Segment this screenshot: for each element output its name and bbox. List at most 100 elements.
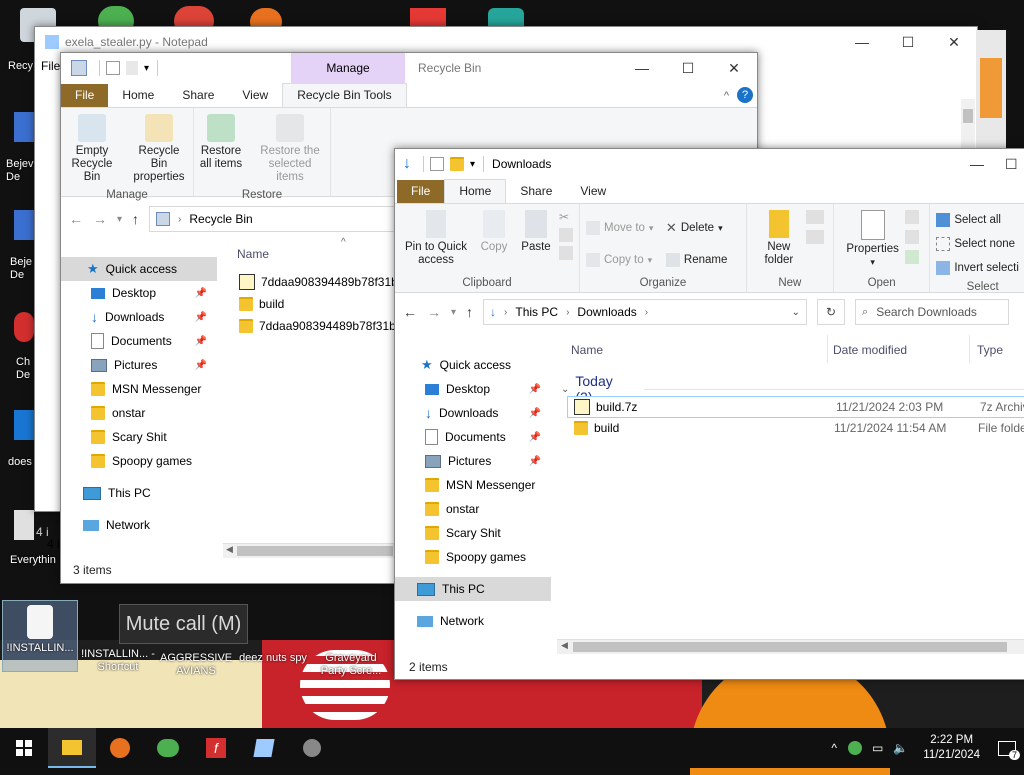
easy-access-icon[interactable] (805, 230, 824, 244)
msn-messenger-icon[interactable] (144, 728, 192, 768)
empty-recycle-bin-button[interactable]: Empty Recycle Bin (62, 112, 122, 186)
tab-home[interactable]: Home (108, 84, 168, 107)
maximize-icon[interactable]: ☐ (665, 53, 711, 83)
clock[interactable]: 2:22 PM 11/21/2024 (913, 733, 990, 763)
open-icon[interactable] (904, 210, 919, 224)
tab-view[interactable]: View (228, 84, 282, 107)
breadcrumb-chevron-icon[interactable]: › (178, 214, 181, 225)
address-dropdown-icon[interactable]: ⌄ (792, 307, 800, 318)
new-item-icon[interactable] (805, 210, 824, 224)
action-center-icon[interactable]: 7 (990, 728, 1024, 768)
column-header-name[interactable]: Name (571, 343, 603, 357)
pin-icon[interactable]: 📌 (195, 336, 207, 347)
history-icon[interactable] (904, 250, 919, 264)
nav-onstar[interactable]: onstar (61, 401, 217, 425)
windows-start-icon[interactable] (0, 728, 48, 768)
chrome-side-icon[interactable] (14, 312, 34, 342)
edit-icon[interactable] (904, 230, 919, 244)
column-header-type[interactable]: Type (977, 343, 1003, 357)
tab-file[interactable]: File (397, 180, 445, 203)
nav-scary-shit[interactable]: Scary Shit (61, 425, 217, 449)
select-none-button[interactable]: Select none (936, 234, 1019, 254)
back-arrow-icon[interactable]: ← (403, 304, 417, 320)
pin-to-quick-access-button[interactable]: Pin to Quick access (401, 208, 471, 274)
app-side-icon[interactable] (14, 410, 34, 440)
file-explorer-icon[interactable] (48, 728, 96, 768)
table-row[interactable]: build 11/21/2024 11:54 AM File folde (567, 417, 1024, 439)
ribbon-collapse-icon[interactable]: ^ (716, 90, 737, 107)
nav-quick-access[interactable]: ★ Quick access (61, 257, 217, 281)
scrollbar-thumb[interactable] (237, 546, 393, 556)
scrollbar-thumb[interactable] (573, 642, 1007, 652)
recycle-bin-properties-button[interactable]: Recycle Bin properties (126, 112, 192, 186)
downloads-window[interactable]: ↓ ▾ Downloads — ☐ File Home Share View P… (394, 148, 1024, 680)
pin-icon[interactable]: 📌 (529, 384, 541, 395)
minimize-icon[interactable]: — (619, 53, 665, 83)
search-downloads-box[interactable]: ⌕ Search Downloads (855, 299, 1010, 325)
nav-pictures[interactable]: Pictures 📌 (61, 353, 217, 377)
forward-arrow-icon[interactable]: → (93, 211, 107, 227)
close-icon[interactable]: ✕ (931, 27, 977, 57)
nav-network[interactable]: Network (395, 609, 551, 633)
scroll-left-icon[interactable]: ◀ (561, 640, 568, 651)
nav-downloads[interactable]: ↓ Downloads 📌 (395, 401, 551, 425)
downloads-address-bar[interactable]: ↓ › This PC › Downloads › ⌄ (483, 299, 808, 325)
everything-icon[interactable] (14, 510, 34, 540)
paste-shortcut-icon[interactable] (559, 246, 573, 260)
forward-arrow-icon[interactable]: → (427, 304, 441, 320)
network-tray-icon[interactable]: ▭ (867, 741, 888, 755)
desktop-label-chrome[interactable]: Ch De (16, 356, 36, 382)
nav-downloads[interactable]: ↓ Downloads 📌 (61, 305, 217, 329)
pin-icon[interactable]: 📌 (195, 360, 207, 371)
notepad-icon[interactable] (240, 728, 288, 768)
select-all-button[interactable]: Select all (936, 210, 1019, 230)
column-header-date[interactable]: Date modified (833, 343, 907, 357)
desktop-icon-aggressive-avians[interactable]: AGGRESSIVE AVIANS (160, 652, 232, 678)
nav-spoopy-games[interactable]: Spoopy games (61, 449, 217, 473)
volume-icon[interactable]: 🔈 (888, 741, 913, 755)
tab-share[interactable]: Share (506, 180, 566, 203)
tab-home[interactable]: Home (444, 179, 507, 203)
close-icon[interactable]: ✕ (711, 53, 757, 83)
pin-icon[interactable]: 📌 (195, 288, 207, 299)
tab-recycle-bin-tools[interactable]: Recycle Bin Tools (282, 83, 407, 107)
invert-selection-button[interactable]: Invert selecti (936, 258, 1019, 278)
breadcrumb-downloads[interactable]: Downloads (577, 305, 636, 319)
manage-contextual-tab[interactable]: Manage (291, 53, 405, 83)
nav-scary-shit[interactable]: Scary Shit (395, 521, 551, 545)
recent-dropdown-icon[interactable]: ▾ (117, 214, 122, 225)
downloads-titlebar[interactable]: ↓ ▾ Downloads — ☐ (395, 149, 1024, 179)
breadcrumb-chevron-icon[interactable]: › (566, 307, 569, 318)
nav-documents[interactable]: Documents 📌 (61, 329, 217, 353)
search-input[interactable]: Search Downloads (876, 305, 977, 319)
nav-this-pc[interactable]: This PC (395, 577, 551, 601)
properties-quick-icon[interactable] (430, 157, 444, 171)
copy-button[interactable]: Copy (475, 208, 513, 274)
maximize-icon[interactable]: ☐ (885, 27, 931, 57)
list-item[interactable]: 7ddaa908394489b78f31be! (239, 271, 408, 293)
bejeweled2-icon[interactable] (14, 210, 34, 240)
desktop-icon-graveyard[interactable]: Graveyard Party Scre... (312, 652, 390, 678)
refresh-button[interactable]: ↻ (817, 299, 846, 325)
bejeweled-icon[interactable] (14, 112, 34, 142)
recycle-horizontal-scrollbar[interactable]: ◀ (223, 543, 395, 558)
breadcrumb-chevron-icon[interactable]: › (504, 307, 507, 318)
list-item[interactable]: 7ddaa908394489b78f31be! (239, 315, 406, 337)
collapse-chevron-icon[interactable]: ⌄ (561, 384, 569, 395)
new-folder-quick-icon[interactable] (450, 157, 464, 171)
rename-button[interactable]: Rename (665, 250, 740, 270)
desktop-icon-deez-nuts-spy[interactable]: deez nuts spy (234, 652, 312, 665)
pin-icon[interactable]: 📌 (529, 408, 541, 419)
copy-path-icon[interactable] (559, 228, 573, 242)
pin-icon[interactable]: 📌 (529, 432, 541, 443)
nav-network[interactable]: Network (61, 513, 217, 537)
up-arrow-icon[interactable]: ↑ (466, 304, 473, 320)
minimize-icon[interactable]: — (839, 27, 885, 57)
tab-file[interactable]: File (61, 84, 109, 107)
downloads-horizontal-scrollbar[interactable]: ◀ (557, 639, 1024, 654)
maximize-icon[interactable]: ☐ (1005, 149, 1024, 179)
nav-msn-messenger[interactable]: MSN Messenger (61, 377, 217, 401)
nav-quick-access[interactable]: ★ Quick access (395, 353, 551, 377)
settings-icon[interactable] (288, 728, 336, 768)
desktop-icon-installin-shortcut[interactable]: !INSTALLIN... - Shortcut (80, 648, 156, 674)
